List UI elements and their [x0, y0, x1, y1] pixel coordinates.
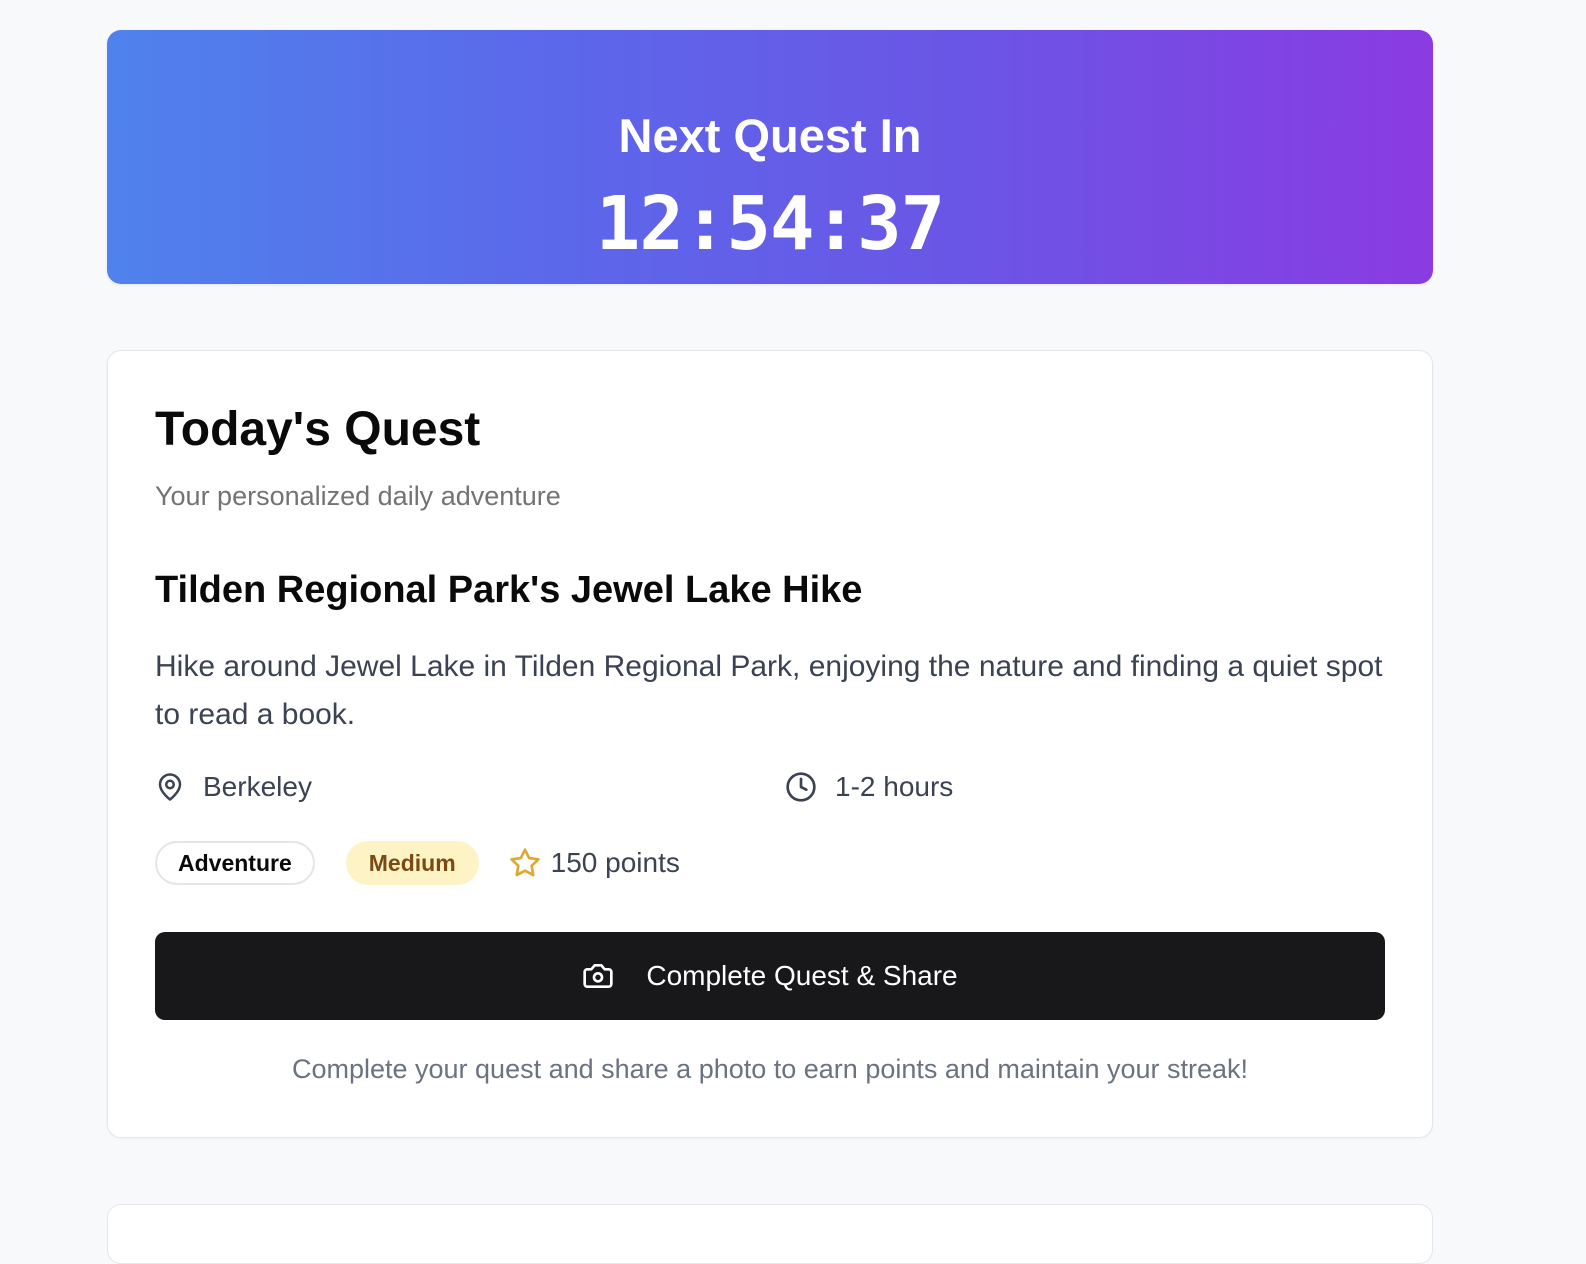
quest-card: Today's Quest Your personalized daily ad…	[107, 350, 1433, 1138]
quest-footnote: Complete your quest and share a photo to…	[291, 1054, 1249, 1084]
points-text: 150 points	[550, 847, 680, 878]
quest-badges: Adventure Medium 150 points	[155, 841, 680, 885]
location-text: Berkeley	[203, 771, 312, 802]
map-pin-icon	[158, 773, 182, 801]
quest-location: Berkeley	[155, 771, 312, 803]
clock-icon	[786, 772, 816, 802]
category-badge: Adventure	[155, 841, 315, 885]
quest-duration: 1-2 hours	[785, 771, 953, 803]
countdown-title: Next Quest In	[618, 109, 922, 162]
countdown-banner: Next Quest In 12:54:37	[107, 30, 1433, 284]
camera-icon	[583, 964, 614, 988]
complete-quest-label: Complete Quest & Share	[646, 960, 958, 991]
duration-text: 1-2 hours	[835, 771, 954, 802]
countdown-timer: 12:54:37	[595, 181, 945, 267]
quest-description: Hike around Jewel Lake in Tilden Regiona…	[155, 650, 1383, 731]
quest-name: Tilden Regional Park's Jewel Lake Hike	[155, 569, 863, 611]
card-subtitle: Your personalized daily adventure	[155, 481, 561, 511]
complete-quest-button[interactable]: Complete Quest & Share	[155, 932, 1385, 1020]
quest-points: 150 points	[509, 847, 680, 879]
difficulty-badge: Medium	[345, 841, 479, 885]
card-title: Today's Quest	[155, 403, 481, 456]
next-card	[107, 1204, 1433, 1264]
star-icon	[509, 848, 540, 877]
